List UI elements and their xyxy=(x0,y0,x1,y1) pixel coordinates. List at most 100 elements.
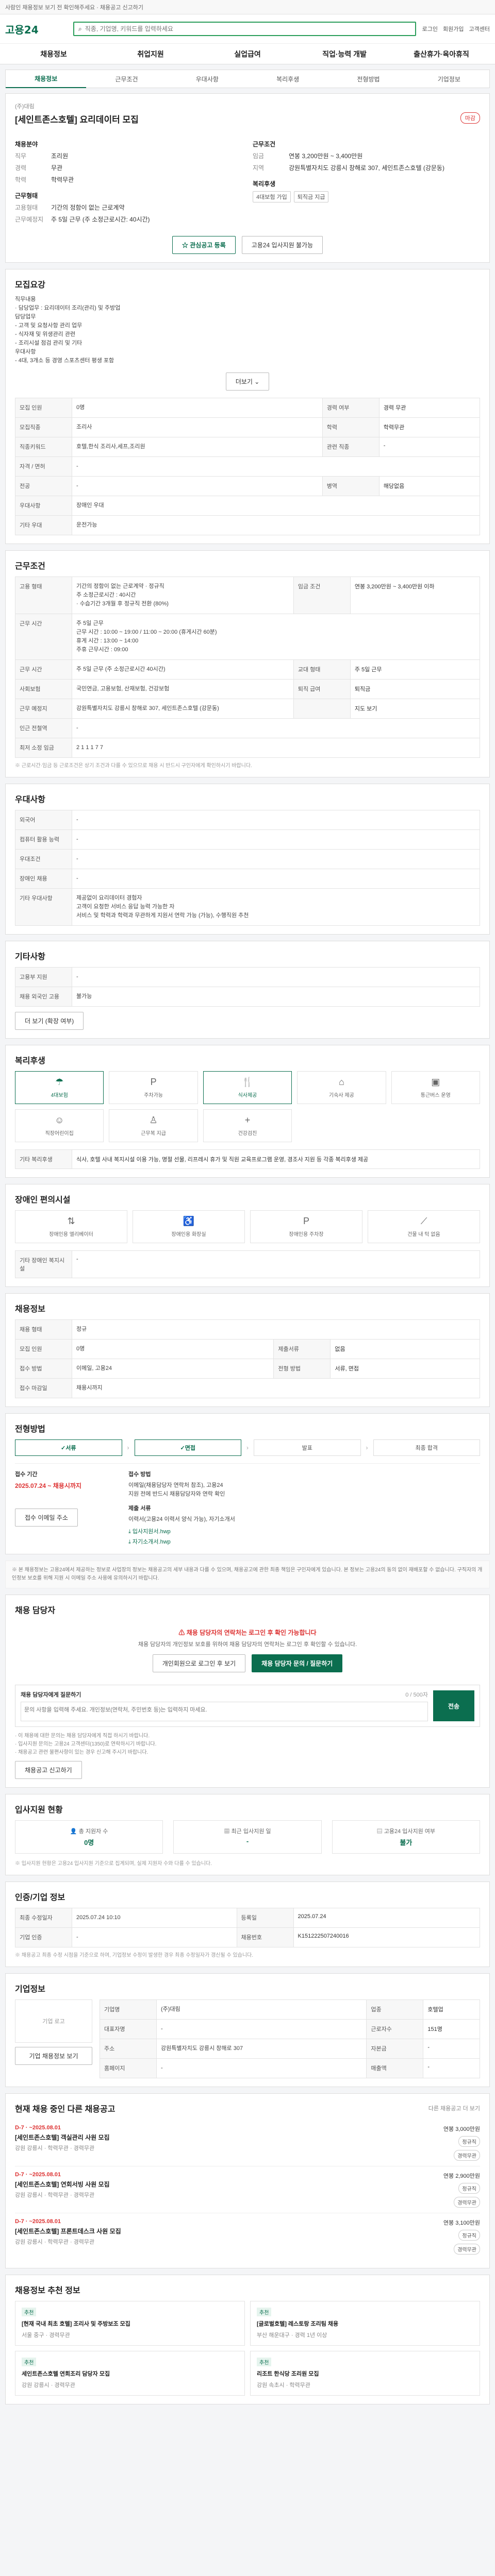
nav-employment-support[interactable]: 취업지원 xyxy=(102,49,199,59)
more-button[interactable]: 더보기 ⌄ xyxy=(225,372,270,391)
company-section: 기업정보 기업 로고 기업 채용정보 보기 기업명 (주)대림 업종 호텔업 대표자명 -… xyxy=(5,1973,490,2087)
other-more-button[interactable]: 더 보기 (확장 여부) xyxy=(15,1012,84,1030)
row-label: 직종키워드 xyxy=(15,437,72,457)
row-value: 경력 무관 xyxy=(378,398,481,418)
elevator-icon: ⇅ xyxy=(67,1216,75,1226)
stat-recent: ▦ 최근 입사지원 일- xyxy=(173,1820,322,1854)
tab-prefer[interactable]: 우대사항 xyxy=(167,75,248,83)
summary-row: 임금 연봉 3,200만원 ~ 3,400만원 xyxy=(253,152,363,160)
row-value: 서류, 면접 xyxy=(330,1359,480,1379)
row-label: 등록일 xyxy=(236,1908,294,1928)
reception-email-button[interactable]: 접수 이메일 주소 xyxy=(15,1509,78,1527)
job-type-tag: 정규직 xyxy=(458,2136,480,2147)
file-link[interactable]: ⤓ 입사지원서.hwp xyxy=(128,1527,480,1535)
related-job-title[interactable]: [세인트존스호텔] 객실관리 사원 모집 xyxy=(15,2133,110,2142)
message-input[interactable] xyxy=(21,1702,428,1721)
row-label: 대표자명 xyxy=(100,2019,157,2039)
nav-jobs[interactable]: 채용정보 xyxy=(5,49,102,59)
row-label: 근로자수 xyxy=(366,2019,424,2039)
job-type-tag: 정규직 xyxy=(458,2183,480,2194)
nav-unemployment-benefit[interactable]: 실업급여 xyxy=(199,49,296,59)
row-label: 채용 외국인 고용 xyxy=(15,987,72,1007)
contact-heading: 채용 담당자 xyxy=(15,1606,56,1615)
disabled-heading: 장애인 편의시설 xyxy=(15,1196,71,1205)
detail-table: 모집 인원 0명 경력 여부 경력 무관 모집직종 조리사 학력 학력무관 직종키워드 호텔,한식… xyxy=(15,398,481,535)
related-job-side: 연봉 3,100만원 정규직 경력무관 xyxy=(443,2218,480,2255)
table-row: 채용 외국인 고용 불가능 xyxy=(15,987,480,1007)
login-to-view-button[interactable]: 개인회원으로 로그인 후 보기 xyxy=(152,1654,246,1672)
related-more-link[interactable]: 다른 채용공고 더 보기 xyxy=(428,2104,480,2112)
signup-link[interactable]: 회원가입 xyxy=(443,25,464,33)
prefer-section: 우대사항 외국어 - 컴퓨터 활용 능력 - 우대조건 - 장애인 채용 - 기타 우대사항 제공… xyxy=(5,784,490,935)
reco-title[interactable]: 리조트 한식당 조리원 모집 xyxy=(257,2369,473,2378)
summary-row: 직무 조리원 xyxy=(15,152,69,160)
table-row: 직종키워드 호텔,한식 조리사,세프,조리원 관련 직종 - xyxy=(15,437,481,457)
site-logo[interactable]: 고용24 xyxy=(5,22,67,37)
nav-job-training[interactable]: 직업·능력 개발 xyxy=(296,49,393,59)
related-job-item[interactable]: D-7 · ~2025.08.01 [세인트존스호텔] 객실관리 사원 모집 강원 … xyxy=(15,2120,480,2166)
row-value: - xyxy=(72,849,480,869)
summary-right-heading: 근무조건 xyxy=(253,141,276,148)
tab-jobs[interactable]: 채용정보 xyxy=(6,70,87,88)
related-job-item[interactable]: D-7 · ~2025.08.01 [세인트존스호텔] 프론트데스크 사원 모집 강… xyxy=(15,2213,480,2260)
reco-card[interactable]: 추천 [현재 국내 최초 호텔] 조리사 및 주방보조 모집 서울 중구 · 경력무… xyxy=(15,2301,245,2346)
reco-card[interactable]: 추천 리조트 한식당 조리원 모집 강원 속초시 · 학력무관 xyxy=(250,2351,480,2396)
table-row: 기타 우대 운전가능 xyxy=(15,515,480,535)
row-label: 기업명 xyxy=(100,1999,157,2020)
table-row: 사회보험 국민연금, 고용보험, 산재보험, 건강보험 퇴직 급여 퇴직금 xyxy=(15,679,481,699)
prefer-table: 외국어 - 컴퓨터 활용 능력 - 우대조건 - 장애인 채용 - 기타 우대사항 제공없이 요리… xyxy=(15,810,480,926)
table-row: 외국어 - xyxy=(15,810,480,830)
summary-right: 근무조건 임금 연봉 3,200만원 ~ 3,400만원 지역 강원특별자치도 강릉… xyxy=(253,132,480,227)
related-list: D-7 · ~2025.08.01 [세인트존스호텔] 객실관리 사원 모집 강원 … xyxy=(15,2120,480,2260)
row-label: 학력 xyxy=(322,417,380,437)
message-send-button[interactable]: 전송 xyxy=(433,1690,474,1721)
nav-parental-leave[interactable]: 출산휴가·육아휴직 xyxy=(393,49,490,59)
reco-title[interactable]: 세인트존스호텔 연회조리 담당자 모집 xyxy=(22,2369,238,2378)
reco-badge: 추천 xyxy=(257,2308,272,2316)
related-job-item[interactable]: D-7 · ~2025.08.01 [세인트존스호텔] 연회서빙 사원 모집 강원 … xyxy=(15,2166,480,2213)
login-link[interactable]: 로그인 xyxy=(422,25,438,33)
table-row: 고용부 지원 - xyxy=(15,967,480,987)
table-row: 모집 인원 0명 제출서류 없음 xyxy=(15,1339,480,1359)
welfare-chip: 4대보험 가입 xyxy=(253,191,291,202)
tab-welfare[interactable]: 복리후생 xyxy=(248,75,328,83)
reco-title[interactable]: [현재 국내 최초 호텔] 조리사 및 주방보조 모집 xyxy=(22,2319,238,2328)
company-heading: 기업정보 xyxy=(15,1985,45,1994)
row-value: K151222507240016 xyxy=(293,1927,481,1947)
reco-section: 채용정보 추천 정보 추천 [현재 국내 최초 호텔] 조리사 및 주방보조 모집… xyxy=(5,2275,490,2404)
row-value: 불가능 xyxy=(72,987,480,1007)
row-value: 조리사 xyxy=(72,417,323,437)
table-row: 전공 - 병역 해당없음 xyxy=(15,476,481,496)
tab-conditions[interactable]: 근무조건 xyxy=(86,75,167,83)
tab-company[interactable]: 기업정보 xyxy=(409,75,489,83)
report-button[interactable]: 채용공고 신고하기 xyxy=(15,1761,82,1779)
interest-button[interactable]: ☆ 관심공고 등록 xyxy=(172,236,236,254)
deadline: D-7 · ~2025.08.01 xyxy=(15,2125,61,2131)
tab-process[interactable]: 전형방법 xyxy=(328,75,408,83)
file-link[interactable]: ⤓ 자기소개서.hwp xyxy=(128,1537,480,1546)
row-value: 연봉 3,200만원 ~ 3,400만원 이하 xyxy=(350,577,481,614)
insurance-icon: ☂ xyxy=(55,1077,64,1087)
contact-inquiry-button[interactable]: 채용 담당자 문의 / 질문하기 xyxy=(252,1654,343,1672)
company-jobs-button[interactable]: 기업 채용정보 보기 xyxy=(15,2047,92,2065)
related-job-title[interactable]: [세인트존스호텔] 프론트데스크 사원 모집 xyxy=(15,2227,121,2235)
table-row: 주소 강원특별자치도 강릉시 창해로 307 자본금 - xyxy=(100,2039,480,2059)
reco-title[interactable]: [글로벌호텔] 레스토랑 조리팀 채용 xyxy=(257,2319,473,2328)
apply-button[interactable]: 고용24 입사지원 불가능 xyxy=(241,236,323,254)
table-row: 접수 마감일 채용시까지 xyxy=(15,1378,480,1398)
table-row: 근무 시간 주 5일 근무 (주 소정근로시간 40시간) 교대 형태 주 5일 근무 xyxy=(15,659,481,680)
disabled-item: ♿ 장애인용 화장실 xyxy=(133,1210,245,1243)
reco-card[interactable]: 추천 [글로벌호텔] 레스토랑 조리팀 채용 부산 해운대구 · 경력 1년 이상 xyxy=(250,2301,480,2346)
search-input[interactable] xyxy=(85,25,411,32)
parking-icon: P xyxy=(303,1216,309,1226)
welfare-label: 근무복 지급 xyxy=(141,1131,166,1137)
person-icon: 👤 xyxy=(70,1828,79,1835)
welfare-etc-label: 기타 복리후생 xyxy=(15,1149,72,1169)
reco-card[interactable]: 추천 세인트존스호텔 연회조리 담당자 모집 강원 강릉시 · 경력무관 xyxy=(15,2351,245,2396)
related-job-title[interactable]: [세인트존스호텔] 연회서빙 사원 모집 xyxy=(15,2180,110,2189)
stats-heading: 입사지원 현황 xyxy=(15,1806,63,1815)
map-button[interactable]: 지도 보기 xyxy=(350,699,481,719)
support-link[interactable]: 고객센터 xyxy=(469,25,490,33)
arrow-right-icon: › xyxy=(127,1444,129,1451)
welfare-section: 복리후생 ☂ 4대보험 P 주차가능 🍴 식사제공 ⌂ 기숙사 제공 ▣ 통근버스 운영 ☺ 직장어린… xyxy=(5,1045,490,1178)
